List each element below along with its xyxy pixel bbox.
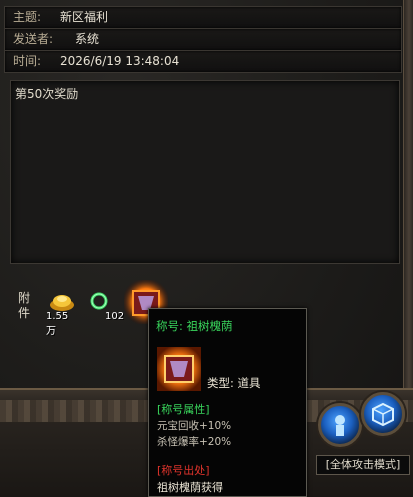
subject-label: 主题: [13,10,42,24]
attachment-count: 102 [105,311,125,322]
tooltip-attribute: 元宝回收+10% [157,420,232,432]
attack-mode-label: [全体攻击模式] [325,458,401,471]
sender-row: 发送者: 系统 [4,28,402,51]
warrior-icon [335,415,345,436]
tooltip-title: 称号: 祖树槐荫 [156,319,233,333]
attachment-label: 附件 [18,291,31,320]
tooltip-attribute: 杀怪爆率+20% [157,436,232,448]
attachment-slot-gold[interactable]: 1.55万 [46,288,78,337]
time-row: 时间: 2026/6/19 13:48:04 [4,50,402,73]
tooltip-item-type: 类型: 道具 [207,376,261,390]
attack-mode-toggle[interactable]: [全体攻击模式] [316,455,410,475]
time-label: 时间: [13,54,42,68]
tooltip-source-header: [称号出处] [157,464,210,477]
skill-button-right[interactable] [361,392,405,436]
cube-icon [372,402,394,427]
subject-row: 主题: 新区福利 [4,6,402,29]
item-tooltip: 称号: 祖树槐荫 类型: 道具 [称号属性] 元宝回收+10% 杀怪爆率+20%… [148,308,307,497]
sender-value: 系统 [75,32,100,46]
sender-label: 发送者: [13,32,54,46]
panel-right-border [403,0,413,400]
attachment-slot-ring[interactable]: 102 [88,290,125,324]
mail-body: 第50次奖励 [10,80,400,264]
tooltip-attribute-header: [称号属性] [157,403,210,416]
mail-body-text: 第50次奖励 [15,87,79,101]
skill-button-left[interactable] [318,403,362,447]
time-value: 2026/6/19 13:48:04 [60,54,180,68]
tooltip-source: 祖树槐荫获得 [157,481,223,494]
attachment-count: 1.55万 [46,311,69,337]
jade-ring-icon [90,292,108,310]
title-item-icon [157,347,201,391]
subject-value: 新区福利 [60,10,109,24]
